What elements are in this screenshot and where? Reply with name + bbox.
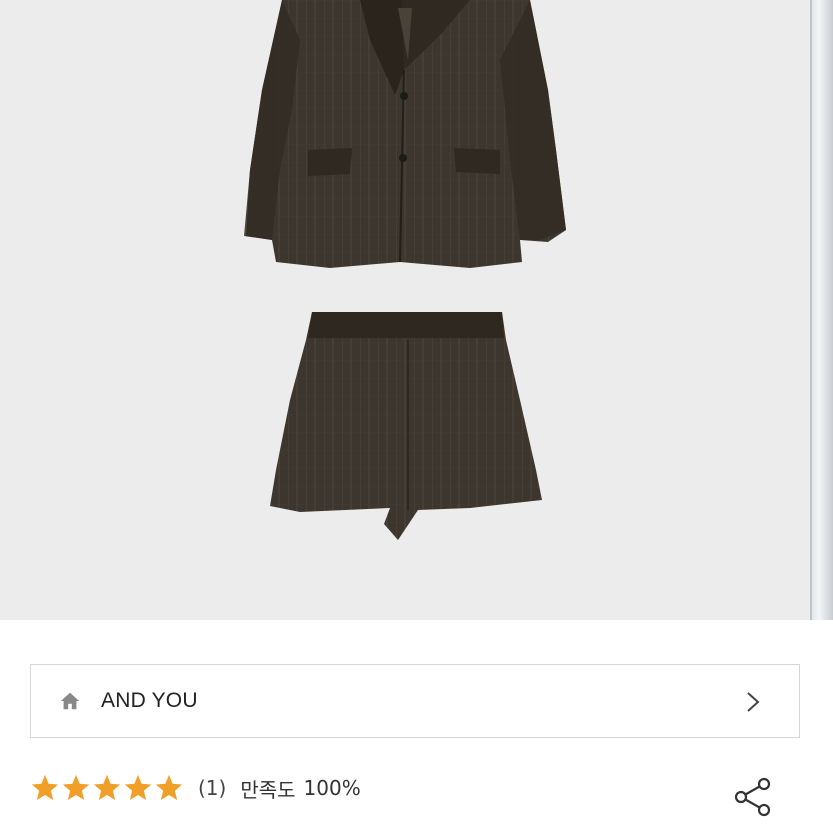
share-icon[interactable] [732, 776, 774, 818]
product-image [244, 0, 566, 540]
star-rating [30, 773, 184, 803]
rating-summary[interactable]: (1) 만족도 100% [30, 768, 361, 808]
satisfaction-label: 만족도 [240, 777, 296, 802]
shop-link[interactable]: AND YOU [30, 664, 800, 738]
chevron-right-icon [747, 692, 760, 712]
shop-name: AND YOU [101, 689, 198, 712]
satisfaction-value: 100% [303, 776, 361, 800]
star-icon [31, 774, 59, 800]
next-image-peek[interactable] [810, 0, 833, 620]
star-icon [155, 774, 183, 800]
star-icon [93, 774, 121, 800]
home-icon [60, 692, 80, 710]
star-icon [62, 774, 90, 800]
product-image-gallery[interactable] [0, 0, 833, 620]
star-icon [124, 774, 152, 800]
review-count[interactable]: (1) [198, 776, 226, 800]
